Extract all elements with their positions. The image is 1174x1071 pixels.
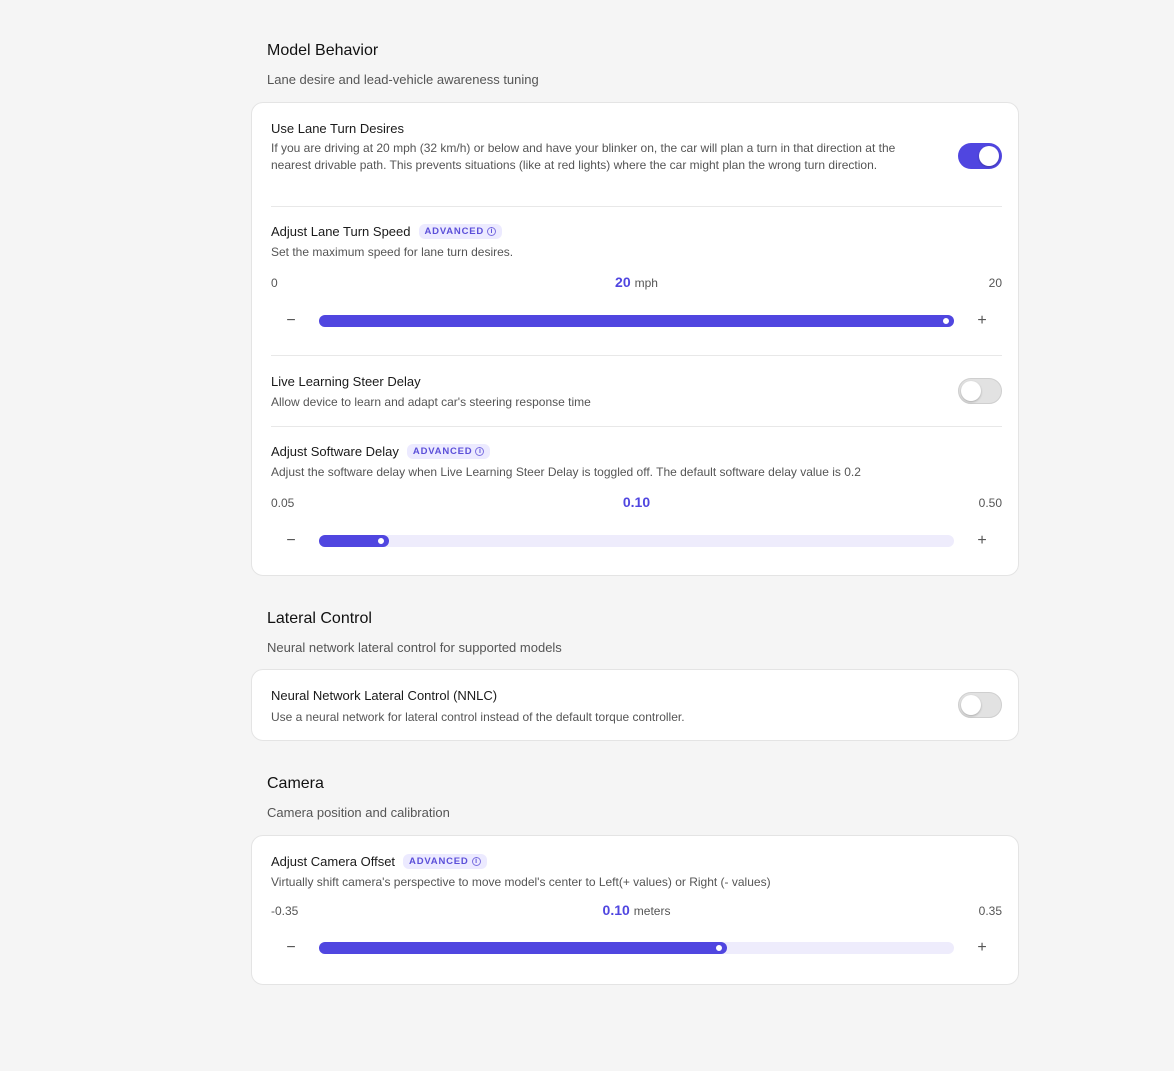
section-subtitle: Camera position and calibration <box>267 805 450 820</box>
settings-card: Use Lane Turn Desires If you are driving… <box>251 102 1019 576</box>
decrement-button[interactable]: − <box>281 938 301 958</box>
toggle-knob <box>961 695 981 715</box>
setting-title: Adjust Camera Offset <box>271 854 396 869</box>
divider <box>271 206 1002 207</box>
setting-description: Adjust the software delay when Live Lear… <box>271 465 861 479</box>
toggle-knob <box>961 381 981 401</box>
increment-button[interactable]: + <box>972 311 992 331</box>
setting-description: If you are driving at 20 mph (32 km/h) o… <box>271 141 896 172</box>
setting-description: Virtually shift camera's perspective to … <box>271 875 771 889</box>
setting-use-lane-turn-desires: Use Lane Turn Desires If you are driving… <box>271 121 1002 191</box>
section-title: Model Behavior <box>267 42 379 59</box>
settings-card: Adjust Camera Offset ADVANCED i Virtually… <box>251 835 1019 985</box>
divider <box>271 426 1002 427</box>
increment-button[interactable]: + <box>972 938 992 958</box>
setting-nnlc: Neural Network Lateral Control (NNLC) Us… <box>271 688 1002 728</box>
slider-unit: mph <box>634 276 658 290</box>
setting-live-learning-steer-delay: Live Learning Steer Delay Allow device t… <box>271 374 1002 414</box>
slider-max-label: 20 <box>988 276 1002 290</box>
setting-title-row: Adjust Software Delay ADVANCED i <box>271 444 491 459</box>
slider-value-display: 0.10 meters <box>271 902 1002 918</box>
badge-label: ADVANCED <box>409 856 469 867</box>
slider-value: 0.10 <box>602 902 630 918</box>
section-model-behavior: Model Behavior Lane desire and lead-vehi… <box>251 0 1019 580</box>
increment-button[interactable]: + <box>972 531 992 551</box>
decrement-button[interactable]: − <box>281 531 301 551</box>
setting-title-row: Adjust Lane Turn Speed ADVANCED i <box>271 224 503 239</box>
slider-track[interactable] <box>319 535 954 547</box>
setting-title: Use Lane Turn Desires <box>271 121 404 136</box>
plus-icon: + <box>977 312 987 329</box>
setting-adjust-lane-turn-speed: Adjust Lane Turn Speed ADVANCED i Set the… <box>271 224 1002 334</box>
advanced-badge[interactable]: ADVANCED i <box>403 854 487 869</box>
setting-adjust-camera-offset: Adjust Camera Offset ADVANCED i Virtually… <box>271 854 1002 969</box>
slider-max-label: 0.50 <box>978 496 1002 510</box>
slider-value-display: 20 mph <box>271 274 1002 290</box>
minus-icon: − <box>286 312 296 329</box>
setting-title: Live Learning Steer Delay <box>271 374 421 389</box>
divider <box>271 355 1002 356</box>
plus-icon: + <box>977 532 987 549</box>
badge-label: ADVANCED <box>412 446 473 457</box>
toggle-knob <box>979 146 999 166</box>
slider-fill <box>319 315 954 327</box>
setting-adjust-software-delay: Adjust Software Delay ADVANCED i Adjust t… <box>271 444 1002 554</box>
minus-icon: − <box>286 939 296 956</box>
slider-track[interactable] <box>319 315 954 327</box>
plus-icon: + <box>977 939 987 956</box>
advanced-badge[interactable]: ADVANCED i <box>406 444 491 459</box>
setting-description: Allow device to learn and adapt car's st… <box>271 395 591 409</box>
slider-thumb[interactable] <box>941 316 951 326</box>
setting-title: Adjust Lane Turn Speed <box>271 224 411 239</box>
setting-description: Use a neural network for lateral control… <box>271 710 685 724</box>
advanced-badge[interactable]: ADVANCED i <box>418 224 503 239</box>
setting-title-row: Adjust Camera Offset ADVANCED i <box>271 854 487 869</box>
toggle-live-learning-steer-delay[interactable] <box>958 378 1002 404</box>
section-subtitle: Neural network lateral control for suppo… <box>267 640 562 655</box>
section-camera: Camera Camera position and calibration A… <box>251 765 1019 990</box>
slider-max-label: 0.35 <box>978 904 1002 918</box>
slider-unit: meters <box>633 904 671 918</box>
slider-value-display: 0.10 <box>271 494 1002 510</box>
slider-track[interactable] <box>319 942 954 954</box>
decrement-button[interactable]: − <box>281 311 301 331</box>
slider-value: 20 <box>615 274 631 290</box>
minus-icon: − <box>286 532 296 549</box>
setting-description: Set the maximum speed for lane turn desi… <box>271 245 514 259</box>
slider-value: 0.10 <box>622 494 651 510</box>
section-lateral-control: Lateral Control Neural network lateral c… <box>251 600 1019 745</box>
toggle-use-lane-turn-desires[interactable] <box>958 143 1002 169</box>
section-subtitle: Lane desire and lead-vehicle awareness t… <box>267 72 539 87</box>
toggle-nnlc[interactable] <box>958 692 1002 718</box>
badge-label: ADVANCED <box>424 226 485 237</box>
setting-title: Neural Network Lateral Control (NNLC) <box>271 688 498 703</box>
slider-fill <box>319 942 728 954</box>
settings-card: Neural Network Lateral Control (NNLC) Us… <box>251 669 1019 741</box>
setting-title: Adjust Software Delay <box>271 444 399 459</box>
info-icon: i <box>471 857 481 866</box>
info-icon: i <box>487 227 497 236</box>
section-title: Lateral Control <box>267 610 372 627</box>
info-icon: i <box>475 447 485 456</box>
section-title: Camera <box>267 775 324 792</box>
